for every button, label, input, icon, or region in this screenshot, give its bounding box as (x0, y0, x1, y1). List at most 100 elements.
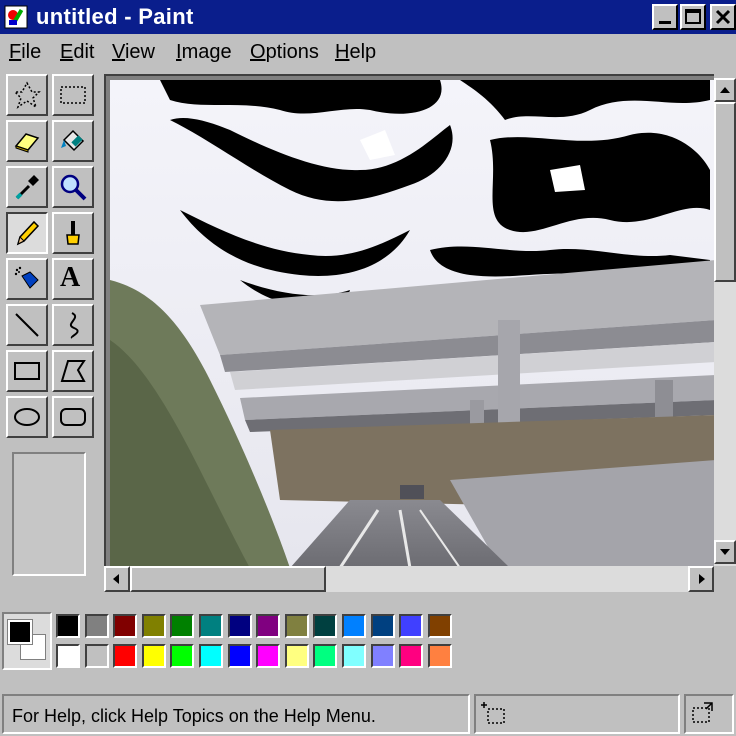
menu-help-rest: elp (349, 41, 377, 63)
palette-swatch[interactable] (427, 614, 452, 638)
tool-text[interactable]: A (52, 258, 94, 300)
palette-swatch[interactable] (170, 644, 195, 668)
palette-swatch[interactable] (399, 614, 424, 638)
menu-help-accel: H (335, 41, 350, 63)
scroll-down-button[interactable] (714, 540, 736, 564)
menu-edit-accel: E (60, 41, 74, 63)
status-help-text: For Help, click Help Topics on the Help … (12, 706, 376, 726)
palette-swatch[interactable] (113, 644, 138, 668)
palette-swatch[interactable] (342, 614, 366, 638)
palette-swatch[interactable] (141, 614, 166, 638)
free-form-select-icon (13, 81, 41, 109)
tool-curve[interactable] (52, 304, 94, 346)
menu-view[interactable]: View (112, 40, 155, 64)
canvas-area[interactable] (104, 74, 716, 568)
tool-eraser[interactable] (6, 120, 48, 162)
brush-icon (66, 221, 80, 245)
tool-ellipse[interactable] (6, 396, 48, 438)
arrow-up-icon (720, 87, 730, 93)
horizontal-scroll-thumb[interactable] (130, 566, 326, 592)
palette-swatch[interactable] (256, 644, 281, 668)
tool-rectangle[interactable] (6, 350, 48, 392)
palette-swatch[interactable] (56, 614, 80, 638)
palette-swatch[interactable] (313, 614, 338, 638)
eraser-icon (14, 133, 40, 153)
vertical-scroll-thumb[interactable] (714, 102, 736, 282)
status-size-panel (684, 694, 734, 734)
scroll-corner (714, 566, 736, 592)
palette-swatch[interactable] (284, 644, 309, 668)
status-position-panel (474, 694, 680, 734)
airbrush-icon (14, 266, 39, 289)
tool-airbrush[interactable] (6, 258, 48, 300)
tool-magnifier[interactable] (52, 166, 94, 208)
palette-swatch[interactable] (56, 644, 80, 668)
palette-swatch[interactable] (84, 614, 109, 638)
palette-swatch[interactable] (370, 644, 395, 668)
fill-bucket-icon (61, 129, 85, 152)
rectangle-icon (14, 362, 40, 380)
menu-options-accel: O (250, 41, 266, 63)
scroll-left-button[interactable] (104, 566, 130, 592)
tool-brush[interactable] (52, 212, 94, 254)
tool-pick-color[interactable] (6, 166, 48, 208)
menu-bar: File Edit View Image Options Help (0, 34, 736, 70)
maximize-icon (685, 9, 701, 24)
menu-view-accel: V (112, 41, 125, 63)
text-icon: A (60, 262, 81, 293)
toolbox: A (2, 70, 102, 600)
cursor-position-icon (481, 702, 505, 724)
menu-image[interactable]: Image (176, 40, 232, 64)
palette-swatch[interactable] (199, 614, 223, 638)
canvas-image[interactable] (110, 80, 716, 568)
palette-swatch[interactable] (227, 614, 252, 638)
arrow-right-icon (699, 574, 705, 584)
menu-view-rest: iew (124, 41, 155, 63)
status-bar: For Help, click Help Topics on the Help … (0, 694, 736, 736)
tool-rounded-rectangle[interactable] (52, 396, 94, 438)
current-colors[interactable] (2, 612, 52, 670)
palette-swatch[interactable] (170, 614, 195, 638)
tool-free-form-select[interactable] (6, 74, 48, 116)
menu-options[interactable]: Options (250, 40, 319, 64)
rounded-rectangle-icon (60, 408, 86, 426)
foreground-color-swatch[interactable] (7, 619, 33, 645)
menu-edit-rest: dit (73, 41, 95, 63)
tool-polygon[interactable] (52, 350, 94, 392)
menu-edit[interactable]: Edit (60, 40, 94, 64)
palette-swatch[interactable] (342, 644, 366, 668)
window-title: untitled - Paint (36, 4, 194, 29)
palette-swatch[interactable] (313, 644, 338, 668)
tool-pencil[interactable] (6, 212, 48, 254)
close-button[interactable] (710, 4, 736, 30)
vertical-scrollbar[interactable] (714, 78, 736, 566)
minimize-button[interactable] (652, 4, 678, 30)
palette-swatch[interactable] (113, 614, 138, 638)
horizontal-scrollbar[interactable] (104, 566, 714, 592)
palette-swatch[interactable] (370, 614, 395, 638)
tool-fill[interactable] (52, 120, 94, 162)
title-bar[interactable]: untitled - Paint (0, 0, 736, 34)
palette-swatch[interactable] (227, 644, 252, 668)
scroll-up-button[interactable] (714, 78, 736, 102)
palette-swatch[interactable] (284, 614, 309, 638)
palette-swatch[interactable] (399, 644, 424, 668)
line-icon (15, 313, 39, 337)
maximize-button[interactable] (680, 4, 706, 30)
pencil-icon (16, 220, 40, 246)
menu-help[interactable]: Help (335, 40, 376, 64)
palette-swatch[interactable] (84, 644, 109, 668)
paint-app-icon[interactable] (4, 5, 28, 29)
tool-line[interactable] (6, 304, 48, 346)
palette-swatch[interactable] (256, 614, 281, 638)
arrow-left-icon (113, 574, 119, 584)
tool-options-box[interactable] (12, 452, 86, 576)
menu-image-rest: mage (181, 41, 232, 63)
tool-rectangle-select[interactable] (52, 74, 94, 116)
scroll-right-button[interactable] (688, 566, 714, 592)
palette-swatch[interactable] (141, 644, 166, 668)
palette-swatch[interactable] (427, 644, 452, 668)
palette-swatch[interactable] (199, 644, 223, 668)
menu-options-rest: ptions (265, 41, 319, 63)
menu-file[interactable]: File (9, 40, 41, 64)
